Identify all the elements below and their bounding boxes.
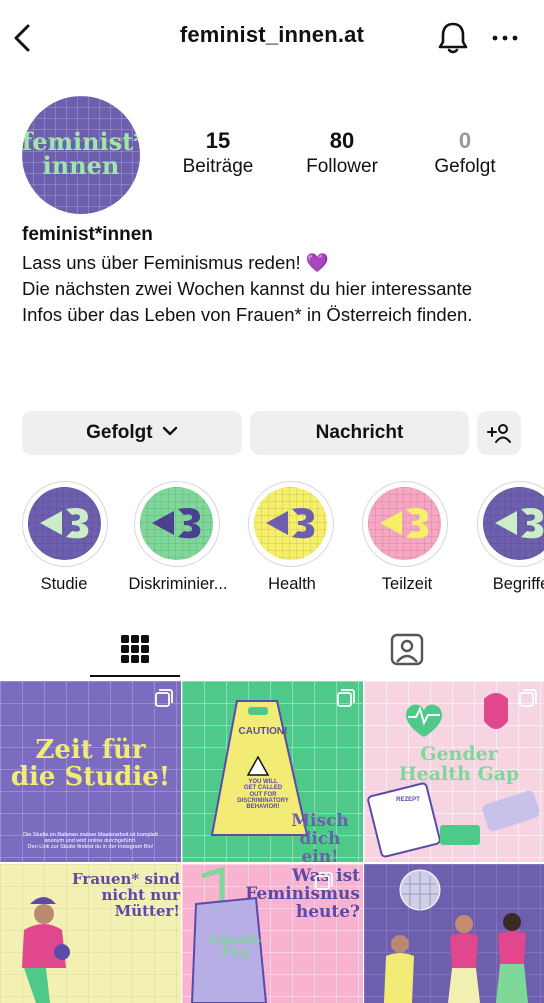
- post-footer-text: Die Studie im Rahmen meiner Masterarbeit…: [23, 832, 158, 850]
- post-title: Gender Health Gap: [398, 743, 520, 785]
- story-highlight[interactable]: [362, 481, 448, 567]
- grid-icon: [121, 635, 149, 663]
- highlight-logo-icon: [495, 508, 544, 539]
- avatar-text: innen: [42, 151, 120, 180]
- tab-active-indicator: [90, 675, 180, 677]
- story-highlight[interactable]: [477, 481, 544, 567]
- story-highlight-label: Teilzeit: [381, 575, 433, 593]
- post-title: Zeit für die Studie!: [10, 735, 171, 793]
- bio-line: Lass uns über Feminismus reden! 💜: [22, 252, 329, 273]
- following-dropdown-button[interactable]: Gefolgt: [22, 411, 242, 455]
- highlight-logo-icon: [40, 508, 89, 539]
- multiple-posts-icon: [519, 689, 537, 707]
- story-highlight-label: Begriffe: [492, 575, 544, 593]
- box-label: Equali- TEA: [208, 933, 262, 962]
- sign-text: YOU WILL GET CALLED OUT FOR DISCRIMINATORY B…: [237, 779, 289, 811]
- tab-tagged[interactable]: [362, 630, 452, 670]
- multiple-posts-icon: [155, 689, 173, 707]
- bio-line: Die nächsten zwei Wochen kannst du hier …: [22, 278, 473, 299]
- post-thumbnail[interactable]: [364, 864, 544, 1003]
- highlight-logo-icon: [266, 508, 315, 539]
- dancing-women-illustration: [384, 869, 528, 1003]
- tagged-person-icon: [390, 633, 424, 666]
- story-highlight[interactable]: [134, 481, 220, 567]
- multiple-posts-icon: [315, 872, 333, 890]
- post-thumbnail[interactable]: Gender Health Gap REZEPT: [364, 681, 544, 862]
- tab-posts-grid[interactable]: [90, 630, 180, 670]
- message-button[interactable]: Nachricht: [250, 411, 469, 455]
- highlight-logo-icon: [152, 508, 201, 539]
- following-count[interactable]: 0 Gefolgt: [410, 128, 520, 179]
- sign-title: CAUTION!: [238, 726, 288, 737]
- profile-avatar[interactable]: feminist* innen: [22, 96, 140, 214]
- rezept-label: REZEPT: [396, 797, 420, 803]
- add-user-icon: [487, 424, 511, 443]
- highlight-logo-icon: [380, 508, 429, 539]
- post-title: Was ist Feminismus heute?: [245, 866, 360, 922]
- bio-line: Infos über das Leben von Frauen* in Öste…: [22, 304, 473, 325]
- story-highlight[interactable]: [248, 481, 334, 567]
- followers-count[interactable]: 80 Follower: [287, 128, 397, 179]
- notifications-button[interactable]: [436, 20, 470, 56]
- bell-icon: [438, 22, 468, 54]
- post-caption: Misch dich ein!: [291, 811, 349, 862]
- story-highlight[interactable]: [22, 481, 108, 567]
- more-horizontal-icon: [492, 35, 518, 41]
- story-highlight-label: Studie: [40, 575, 88, 593]
- more-options-button[interactable]: [490, 26, 520, 50]
- suggest-user-button[interactable]: [477, 411, 521, 455]
- chevron-down-icon: [162, 426, 178, 436]
- post-thumbnail[interactable]: CAUTION! YOU WILL GET CALLED OUT FOR DISCRI…: [182, 681, 363, 862]
- profile-name: feminist*innen: [22, 224, 153, 245]
- story-highlight-label: Health: [268, 575, 316, 593]
- post-thumbnail[interactable]: Equali- TEA Was ist Feminismus heute?: [182, 864, 363, 1003]
- posts-count[interactable]: 15 Beiträge: [163, 128, 273, 179]
- post-title: Frauen* sind nicht nur Mütter!: [72, 870, 180, 920]
- post-thumbnail[interactable]: Zeit für die Studie! Die Studie im Rahmen…: [0, 681, 181, 862]
- post-thumbnail[interactable]: Frauen* sind nicht nur Mütter!: [0, 864, 181, 1003]
- story-highlight-label: Diskriminier...: [128, 575, 228, 593]
- multiple-posts-icon: [337, 689, 355, 707]
